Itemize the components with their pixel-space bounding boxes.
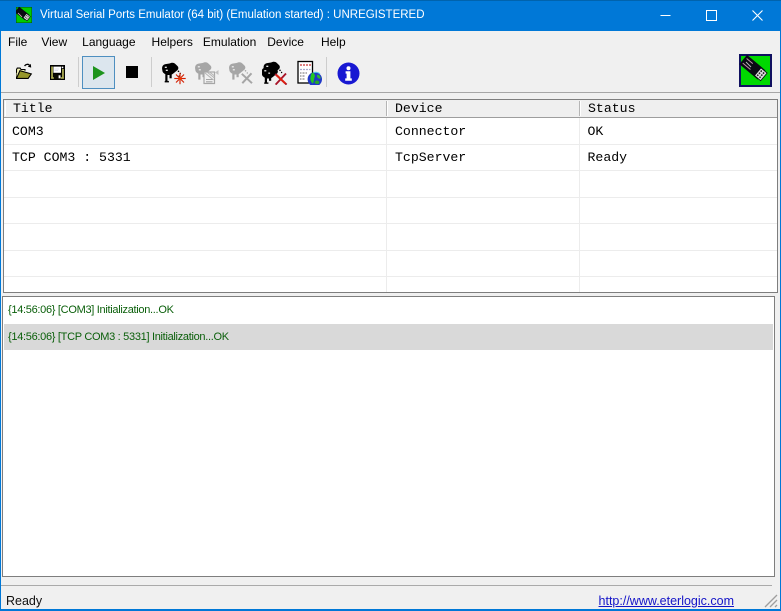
cell-device: TcpServer <box>387 145 580 171</box>
title-bar: Virtual Serial Ports Emulator (64 bit) (… <box>0 0 781 31</box>
app-icon <box>16 7 32 23</box>
window-title: Virtual Serial Ports Emulator (64 bit) (… <box>40 9 425 21</box>
log-entry[interactable]: {14:56:06} [COM3] Initialization...OK <box>4 297 773 324</box>
log-entry-text: {14:56:06} [TCP COM3 : 5331] Initializat… <box>4 331 229 343</box>
toolbar-divider <box>1 92 780 93</box>
table-row-empty <box>4 251 777 278</box>
device-manager-icon <box>297 59 323 85</box>
toolbar-separator <box>78 57 79 87</box>
menu-device[interactable]: Device <box>260 32 311 52</box>
devices-table: Title Device Status COM3 Connector OK TC… <box>3 99 778 293</box>
save-button[interactable] <box>50 65 65 80</box>
header-separator[interactable] <box>386 101 387 116</box>
stop-emulation-button[interactable] <box>120 60 144 84</box>
play-icon <box>92 66 106 80</box>
toolbar <box>1 52 780 93</box>
menu-emulation[interactable]: Emulation <box>196 32 263 52</box>
delete-all-devices-icon <box>262 59 288 85</box>
log-panel: {14:56:06} [COM3] Initialization...OK {1… <box>2 296 775 577</box>
table-row[interactable]: TCP COM3 : 5331 TcpServer Ready <box>4 145 777 172</box>
device-properties-icon <box>194 59 220 85</box>
menu-bar: File View Language Helpers Emulation Dev… <box>1 31 780 52</box>
table-header: Title Device Status <box>4 100 777 118</box>
menu-help[interactable]: Help <box>314 32 353 52</box>
minimize-icon <box>660 10 671 21</box>
close-icon <box>752 10 763 21</box>
create-device-button[interactable] <box>159 58 187 86</box>
start-emulation-button[interactable] <box>82 56 115 89</box>
status-text: Ready <box>6 594 42 608</box>
cell-title: TCP COM3 : 5331 <box>4 145 387 171</box>
cell-title: COM3 <box>4 118 387 144</box>
menu-language[interactable]: Language <box>75 32 142 52</box>
column-header-status[interactable]: Status <box>579 100 777 117</box>
save-floppy-icon <box>50 65 65 80</box>
stop-icon <box>126 66 138 78</box>
cell-status: OK <box>580 118 776 144</box>
table-row[interactable]: COM3 Connector OK <box>4 118 777 145</box>
delete-all-devices-button[interactable] <box>261 58 289 86</box>
log-entry-selected[interactable]: {14:56:06} [TCP COM3 : 5331] Initializat… <box>4 324 773 351</box>
header-highlight <box>5 101 6 116</box>
info-icon <box>337 62 360 85</box>
column-header-device[interactable]: Device <box>386 100 579 117</box>
table-row-empty <box>4 198 777 225</box>
window-border-left <box>0 31 1 611</box>
column-header-title[interactable]: Title <box>4 100 386 117</box>
header-separator[interactable] <box>579 101 580 116</box>
maximize-icon <box>706 10 717 21</box>
cell-status: Ready <box>580 145 776 171</box>
cell-device: Connector <box>387 118 580 144</box>
delete-device-button[interactable] <box>227 58 255 86</box>
open-button[interactable] <box>16 63 33 79</box>
toolbar-separator <box>151 57 152 87</box>
create-device-icon <box>160 59 186 85</box>
minimize-button[interactable] <box>642 0 688 31</box>
delete-device-icon <box>228 59 254 85</box>
device-properties-button[interactable] <box>193 58 221 86</box>
table-row-empty <box>4 171 777 198</box>
open-folder-icon <box>16 63 33 79</box>
status-bar: Ready http://www.eterlogic.com <box>1 586 780 609</box>
table-row-empty <box>4 224 777 251</box>
menu-helpers[interactable]: Helpers <box>145 32 200 52</box>
toolbar-separator <box>326 57 327 87</box>
maximize-button[interactable] <box>688 0 734 31</box>
about-button[interactable] <box>336 61 360 85</box>
resize-grip[interactable] <box>764 594 778 608</box>
menu-view[interactable]: View <box>34 32 74 52</box>
close-button[interactable] <box>734 0 780 31</box>
menu-file[interactable]: File <box>1 32 34 52</box>
vspe-logo <box>739 54 772 87</box>
app-window: Virtual Serial Ports Emulator (64 bit) (… <box>0 0 781 611</box>
column-separator <box>386 118 387 292</box>
device-manager-button[interactable] <box>296 58 324 86</box>
log-entry-text: {14:56:06} [COM3] Initialization...OK <box>4 304 174 316</box>
website-link[interactable]: http://www.eterlogic.com <box>599 594 734 608</box>
column-separator <box>579 118 580 292</box>
